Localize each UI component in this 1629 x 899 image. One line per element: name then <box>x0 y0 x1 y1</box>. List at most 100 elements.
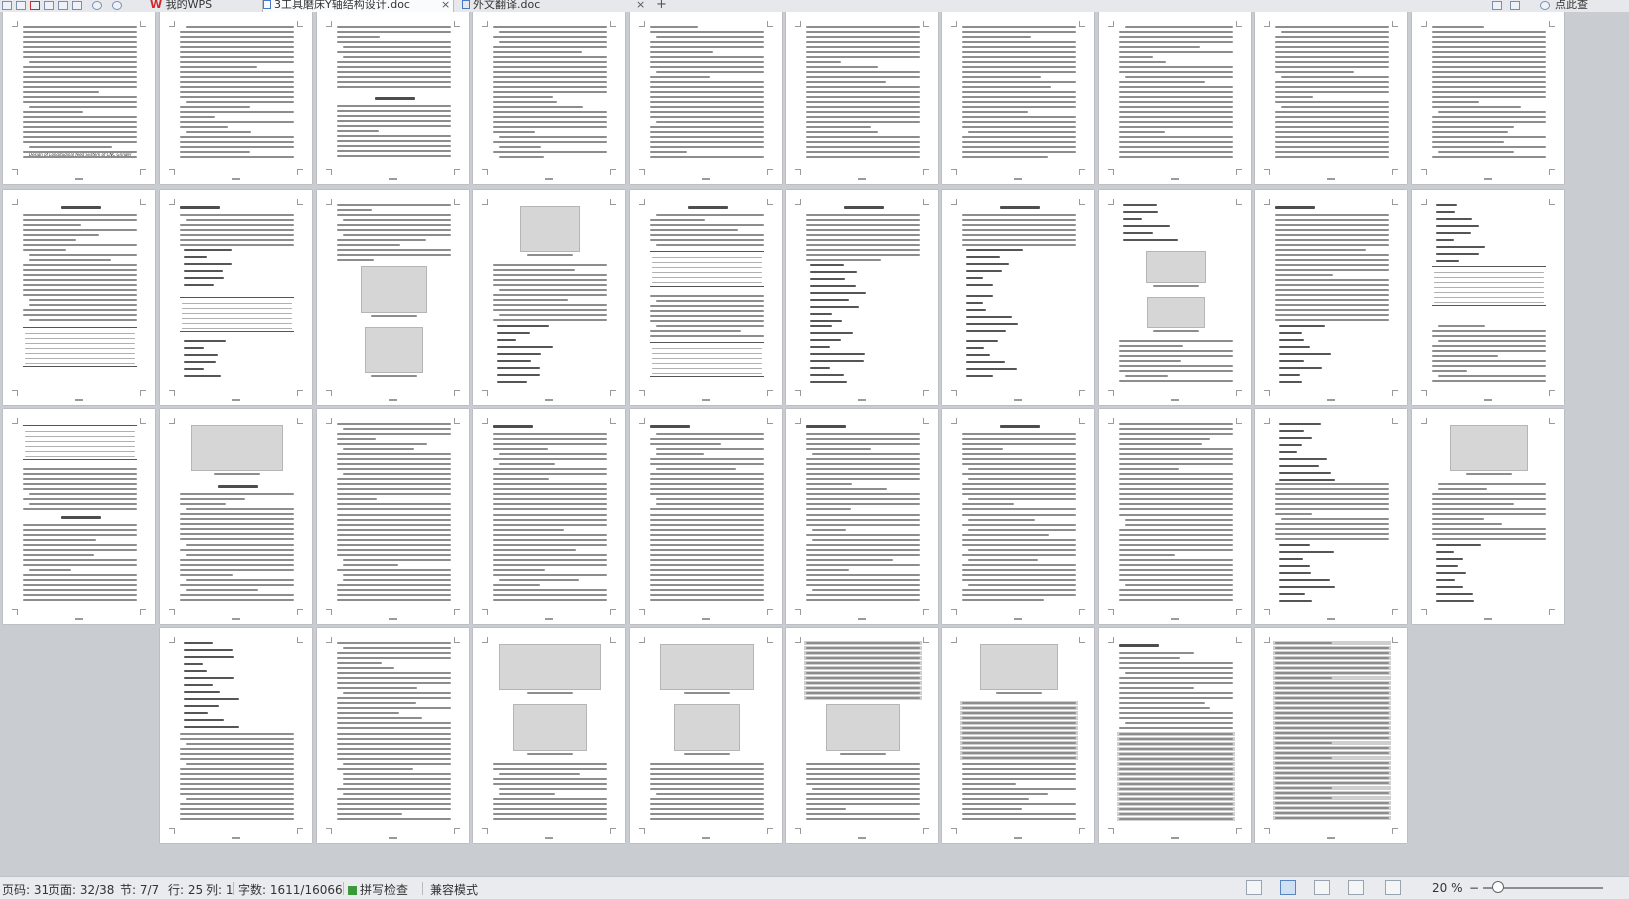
page-thumbnail[interactable] <box>473 409 625 624</box>
page-thumbnail[interactable]: Design of Longitudinal feed System of CN… <box>3 12 155 184</box>
page-thumbnail[interactable] <box>317 190 469 405</box>
close-tab-button[interactable]: × <box>636 0 645 10</box>
page-corner-mark <box>951 390 957 396</box>
reading-mode-icon[interactable] <box>1385 880 1401 895</box>
text-line <box>1119 782 1233 785</box>
tab-translation-doc[interactable]: 外文翻译.doc <box>462 0 632 12</box>
page-thumbnail[interactable] <box>630 628 782 843</box>
page-thumbnail[interactable] <box>317 409 469 624</box>
zoom-out-button[interactable]: − <box>1469 881 1479 895</box>
zoom-slider-handle[interactable] <box>1492 881 1504 893</box>
page-thumbnail[interactable] <box>1255 12 1407 184</box>
text-line <box>180 51 294 53</box>
page-thumbnail[interactable] <box>1255 628 1407 843</box>
page-thumbnail[interactable] <box>1412 190 1564 405</box>
text-line <box>650 548 764 551</box>
zoom-level[interactable]: 20 % <box>1432 881 1463 895</box>
page-thumbnail[interactable] <box>786 409 938 624</box>
text-line <box>337 259 375 261</box>
settings-icon[interactable] <box>1510 1 1520 10</box>
text-line <box>1432 116 1546 118</box>
page-thumbnail[interactable] <box>786 628 938 843</box>
web-view-icon[interactable] <box>1348 880 1364 895</box>
formula-line <box>1279 479 1336 481</box>
text-line <box>650 136 764 138</box>
page-thumbnail[interactable] <box>786 190 938 405</box>
close-tab-button[interactable]: × <box>441 0 450 10</box>
text-line <box>806 782 920 785</box>
pdf-icon[interactable] <box>30 1 40 10</box>
page-thumbnail[interactable] <box>1099 409 1251 624</box>
search-icon[interactable] <box>1540 1 1550 10</box>
page-thumbnail[interactable] <box>1412 409 1564 624</box>
share-icon[interactable] <box>1492 1 1502 10</box>
page-thumbnail[interactable] <box>317 12 469 184</box>
page-thumbnail[interactable] <box>160 628 312 843</box>
page-thumbnail[interactable] <box>942 628 1094 843</box>
text-line <box>23 558 137 561</box>
open-icon[interactable] <box>16 1 26 10</box>
new-doc-icon[interactable] <box>2 1 12 10</box>
page-thumbnail[interactable] <box>1099 628 1251 843</box>
page-thumbnail[interactable] <box>630 12 782 184</box>
page-thumbnail[interactable] <box>160 409 312 624</box>
page-thumbnail[interactable] <box>942 12 1094 184</box>
formula-line <box>966 270 1002 273</box>
text-line <box>1119 593 1233 596</box>
tab-current-doc[interactable]: 3工具磨床Y轴结构设计.doc <box>262 0 454 12</box>
text-line <box>806 652 920 654</box>
page-thumbnail[interactable] <box>317 628 469 843</box>
formula-line <box>1279 451 1298 453</box>
page-thumbnail[interactable] <box>786 12 938 184</box>
page-corner-mark <box>140 169 146 175</box>
word-count[interactable]: 字数: 1611/16066 <box>238 881 343 898</box>
page-thumbnail[interactable] <box>1412 12 1564 184</box>
preview-icon[interactable] <box>72 1 82 10</box>
formula-line <box>184 677 235 679</box>
page-thumbnail[interactable] <box>473 190 625 405</box>
text-line <box>180 111 294 113</box>
text-line <box>806 563 920 566</box>
page-thumbnail[interactable] <box>1255 190 1407 405</box>
document-thumbnail-view[interactable]: Design of Longitudinal feed System of CN… <box>0 12 1629 876</box>
page-thumbnail[interactable] <box>1099 190 1251 405</box>
page-thumbnail[interactable] <box>942 190 1094 405</box>
help-link[interactable]: 点此查 <box>1555 0 1629 12</box>
page-thumbnail[interactable] <box>1099 12 1251 184</box>
page-corner-mark <box>12 169 18 175</box>
figure <box>361 266 427 313</box>
page-thumbnail[interactable] <box>942 409 1094 624</box>
page-thumbnail[interactable] <box>473 12 625 184</box>
text-line <box>337 802 451 805</box>
table-row <box>25 431 135 432</box>
redo-icon[interactable] <box>112 1 122 10</box>
page-thumbnail[interactable] <box>630 190 782 405</box>
page-corner-mark <box>1264 390 1270 396</box>
page-thumbnail[interactable] <box>630 409 782 624</box>
text-line <box>186 762 294 765</box>
tab-my-wps[interactable]: W 我的WPS <box>150 0 258 12</box>
undo-icon[interactable] <box>92 1 102 10</box>
page-corner-mark <box>1392 609 1398 615</box>
print-icon[interactable] <box>58 1 68 10</box>
fullscreen-view-icon[interactable] <box>1246 880 1262 895</box>
page-thumbnail[interactable] <box>3 409 155 624</box>
text-line <box>1119 359 1181 362</box>
text-line <box>23 508 137 511</box>
text-line <box>1275 36 1389 38</box>
text-line <box>343 692 451 694</box>
formula-line <box>810 338 842 341</box>
page-thumbnail[interactable] <box>160 12 312 184</box>
page-thumbnail[interactable] <box>160 190 312 405</box>
table <box>180 296 294 332</box>
page-thumbnail[interactable] <box>3 190 155 405</box>
page-view-icon[interactable] <box>1280 880 1296 895</box>
spellcheck-toggle[interactable]: 拼写检查 <box>348 881 408 898</box>
page-thumbnail[interactable] <box>473 628 625 843</box>
save-icon[interactable] <box>44 1 54 10</box>
page-indicator[interactable]: 页面: 32/38 <box>48 881 114 898</box>
text-line <box>650 131 764 133</box>
page-thumbnail[interactable] <box>1255 409 1407 624</box>
new-tab-button[interactable]: + <box>656 0 667 11</box>
outline-view-icon[interactable] <box>1314 880 1330 895</box>
